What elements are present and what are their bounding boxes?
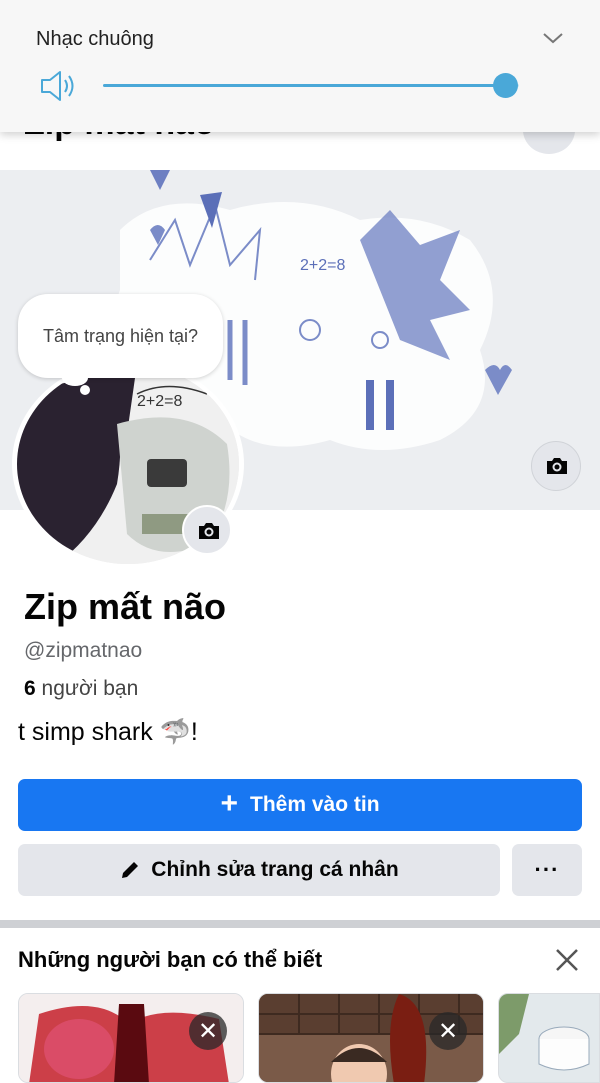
dismiss-suggestion-button[interactable]: ✕: [429, 1012, 467, 1050]
section-divider: [0, 920, 600, 928]
edit-profile-button[interactable]: Chỉnh sửa trang cá nhân: [18, 844, 500, 896]
mood-bubble-tail-dot: [80, 385, 90, 395]
pencil-icon: [122, 862, 139, 878]
mood-prompt: Tâm trạng hiện tại?: [42, 325, 199, 346]
profile-name: Zip mất não: [24, 586, 227, 627]
profile-bio: t simp shark 🦈!: [18, 718, 198, 746]
pymk-card[interactable]: [498, 993, 600, 1083]
mood-bubble[interactable]: Tâm trạng hiện tại?: [18, 294, 223, 378]
volume-slider-track[interactable]: [103, 84, 505, 87]
chevron-down-icon[interactable]: [541, 26, 565, 50]
add-to-story-label: Thêm vào tin: [250, 793, 380, 816]
edit-profile-label: Chỉnh sửa trang cá nhân: [151, 858, 399, 881]
more-options-button[interactable]: ···: [512, 844, 582, 896]
volume-slider-thumb[interactable]: [493, 73, 518, 98]
camera-icon: [199, 523, 219, 539]
svg-text:2+2=8: 2+2=8: [137, 393, 182, 410]
speaker-icon[interactable]: [39, 68, 79, 104]
plus-icon: +: [220, 786, 238, 820]
friends-count: 6: [24, 677, 36, 700]
avatar-camera-button[interactable]: [182, 505, 232, 555]
mood-bubble-tail: [62, 370, 88, 386]
pymk-card-image: [499, 994, 599, 1082]
more-icon: ···: [534, 857, 560, 882]
close-icon[interactable]: [553, 946, 581, 974]
cover-camera-button[interactable]: [531, 441, 581, 491]
profile-username: @zipmatnao: [24, 639, 143, 662]
pymk-title: Những người bạn có thể biết: [18, 947, 323, 972]
dismiss-suggestion-button[interactable]: ✕: [189, 1012, 227, 1050]
camera-icon: [547, 458, 567, 474]
volume-title: Nhạc chuông: [36, 28, 154, 50]
add-to-story-button[interactable]: + Thêm vào tin: [18, 779, 582, 831]
svg-text:2+2=8: 2+2=8: [300, 257, 345, 274]
ringtone-volume-panel: Nhạc chuông: [0, 0, 600, 132]
friends-label: người bạn: [35, 677, 139, 700]
friends-count-line[interactable]: 6 người bạn: [24, 677, 138, 701]
